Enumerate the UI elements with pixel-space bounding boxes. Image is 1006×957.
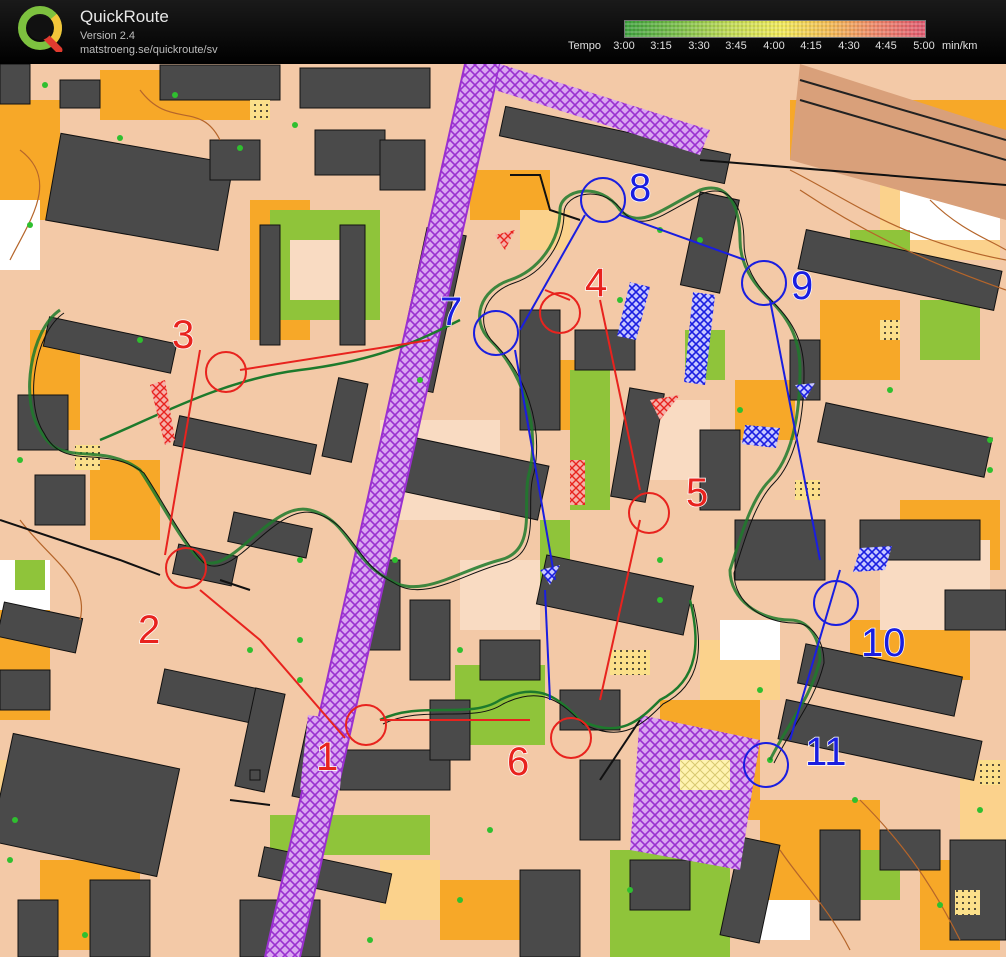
control-label-8: 8 (629, 166, 651, 210)
app-version: Version 2.4 (80, 30, 136, 42)
control-label-4: 4 (585, 261, 607, 305)
tempo-tick: 3:30 (688, 40, 710, 52)
control-label-6: 6 (507, 740, 529, 784)
tempo-tick: 3:45 (725, 40, 747, 52)
orienteering-map[interactable]: 1 2 3 4 5 6 7 8 9 10 11 (0, 64, 1006, 957)
tempo-tick: 3:15 (650, 40, 672, 52)
tempo-tick: 4:15 (800, 40, 822, 52)
control-label-3: 3 (172, 313, 194, 357)
tempo-unit: min/km (942, 40, 978, 52)
app-title: QuickRoute (80, 7, 169, 26)
quickroute-logo-icon (18, 6, 63, 52)
tempo-tick: 4:00 (763, 40, 785, 52)
header-bar: QuickRoute Version 2.4 matstroeng.se/qui… (0, 0, 1006, 64)
tempo-tick: 4:45 (875, 40, 897, 52)
tempo-color-scale (624, 20, 926, 38)
app-url[interactable]: matstroeng.se/quickroute/sv (80, 44, 218, 56)
control-label-7: 7 (440, 290, 462, 334)
control-label-10: 10 (861, 621, 906, 665)
tempo-label: Tempo (568, 40, 602, 52)
control-label-2: 2 (138, 608, 160, 652)
control-label-9: 9 (791, 264, 813, 308)
control-label-1: 1 (316, 735, 338, 779)
tempo-tick: 3:00 (613, 40, 635, 52)
control-label-11: 11 (805, 730, 847, 774)
tempo-tick: 4:30 (838, 40, 860, 52)
control-label-5: 5 (686, 471, 708, 515)
tempo-tick: 5:00 (913, 40, 935, 52)
